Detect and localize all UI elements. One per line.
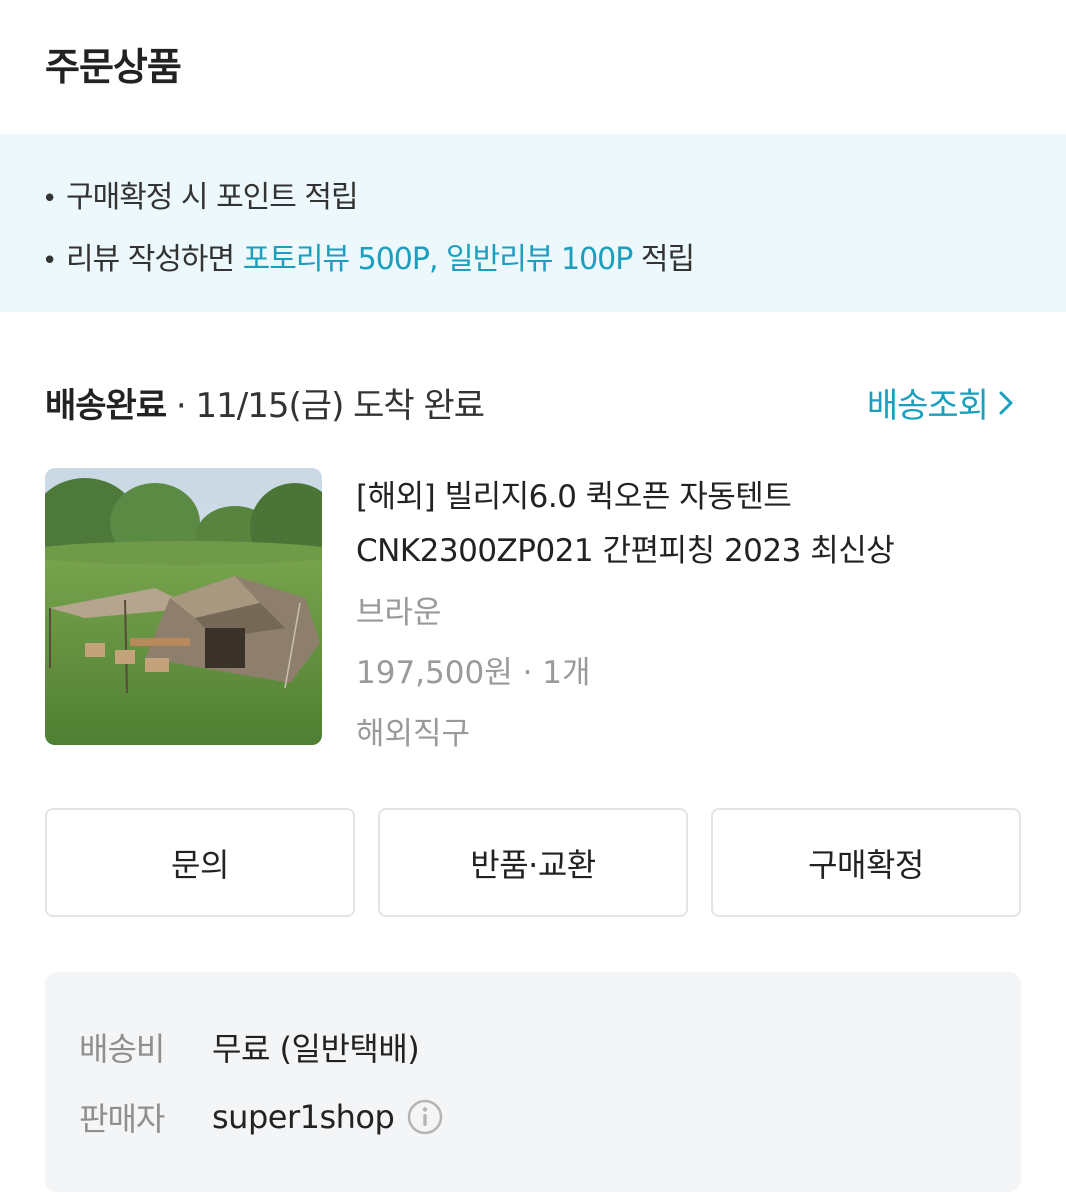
- notice-line-purchase-points: • 구매확정 시 포인트 적립: [42, 172, 359, 216]
- product-purchase-type: 해외직구: [356, 716, 471, 752]
- product-option: 브라운: [356, 595, 442, 631]
- return-exchange-button[interactable]: 반품·교환: [378, 808, 688, 917]
- chevron-right-icon: [999, 391, 1013, 414]
- shipping-fee-value: 무료 (일반택배): [212, 1030, 420, 1068]
- review-points-highlight: 포토리뷰 500P, 일반리뷰 100P: [242, 242, 634, 277]
- product-name[interactable]: [해외] 빌리지6.0 퀵오픈 자동텐트 CNK2300ZP021 간편피칭 2…: [356, 470, 1036, 578]
- tent-photo: [45, 468, 322, 745]
- bullet: •: [42, 184, 57, 214]
- product-info: [해외] 빌리지6.0 퀵오픈 자동텐트 CNK2300ZP021 간편피칭 2…: [356, 470, 1036, 764]
- confirm-purchase-button[interactable]: 구매확정: [711, 808, 1021, 917]
- shipping-status-label: 배송완료: [45, 386, 167, 426]
- shipping-status: 배송완료 · 11/15(금) 도착 완료: [45, 378, 485, 427]
- notice-text-prefix: 리뷰 작성하면: [66, 242, 243, 277]
- notice-text: 구매확정 시 포인트 적립: [66, 180, 359, 215]
- seller-row: 판매자 super1shop: [79, 1094, 444, 1140]
- inquiry-button[interactable]: 문의: [45, 808, 355, 917]
- track-shipment-link[interactable]: 배송조회: [867, 378, 1016, 427]
- bullet: •: [42, 246, 57, 276]
- notice-line-review-points: • 리뷰 작성하면 포토리뷰 500P, 일반리뷰 100P 적립: [42, 234, 695, 278]
- notice-text-suffix: 적립: [632, 242, 695, 277]
- shipping-fee-row: 배송비 무료 (일반택배): [79, 1024, 420, 1070]
- delivery-date: · 11/15(금) 도착 완료: [166, 386, 485, 426]
- product-image[interactable]: [45, 468, 322, 745]
- product-price-quantity: 197,500원 · 1개: [356, 655, 591, 691]
- info-icon[interactable]: [406, 1098, 444, 1136]
- track-shipment-label: 배송조회: [866, 386, 989, 426]
- shipping-fee-label: 배송비: [79, 1030, 165, 1068]
- page-title: 주문상품: [45, 45, 182, 89]
- order-info-box: 배송비 무료 (일반택배) 판매자 super1shop: [45, 972, 1021, 1192]
- points-notice: • 구매확정 시 포인트 적립 • 리뷰 작성하면 포토리뷰 500P, 일반리뷰 …: [0, 134, 1066, 312]
- seller-label: 판매자: [79, 1100, 165, 1138]
- seller-name[interactable]: super1shop: [212, 1098, 395, 1136]
